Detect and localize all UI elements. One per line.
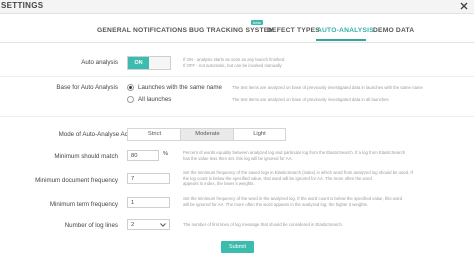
tab-notifications[interactable]: NOTIFICATIONS — [133, 27, 187, 34]
close-x-icon[interactable] — [458, 0, 470, 12]
tab-general[interactable]: GENERAL — [97, 27, 131, 34]
toggle-on-state: ON — [128, 57, 149, 69]
tab-auto-analysis[interactable]: AUTO-ANALYSIS — [317, 27, 374, 34]
chevron-down-icon[interactable] — [160, 223, 166, 227]
radio-all-launches-label[interactable]: All launches — [138, 96, 171, 103]
same-name-help: The test items are analyzed on base of p… — [232, 85, 423, 90]
section-divider — [0, 116, 474, 117]
auto-analysis-label: Auto analysis — [81, 59, 118, 66]
window-title-bar: SETTINGS — [0, 0, 474, 14]
min-doc-freq-label: Minimum document frequency — [35, 177, 118, 184]
submit-button[interactable]: Submit — [221, 241, 254, 253]
help-line: will be ignored for AA. The more often t… — [183, 201, 369, 207]
active-tab-underline — [316, 39, 366, 41]
help-line: appears in index, the lower it weights. — [183, 181, 255, 187]
min-should-match-label: Minimum should match — [54, 153, 118, 160]
settings-tabs: GENERAL NOTIFICATIONS BUG TRACKING SYSTE… — [0, 22, 474, 43]
tab-bug-tracking-system[interactable]: BUG TRACKING SYSTEM — [189, 27, 274, 34]
tab-demo-data[interactable]: DEMO DATA — [373, 27, 414, 34]
help-line: If OFF - not automatic, but can be invok… — [183, 62, 282, 68]
radio-same-name[interactable] — [127, 84, 134, 91]
accuracy-light[interactable]: Light — [233, 128, 286, 141]
min-doc-freq-help: Set the minimum frequency of the saved l… — [183, 170, 473, 187]
log-lines-help: The number of first lines of log message… — [183, 222, 344, 227]
min-term-freq-label: Minimum term frequency — [49, 201, 118, 208]
percent-suffix: % — [163, 151, 169, 157]
base-auto-analysis-label: Base for Auto Analysis — [56, 84, 118, 91]
min-should-match-input[interactable]: 80 — [127, 150, 159, 161]
auto-analysis-help: If ON - analysis starts as soon as any l… — [183, 57, 473, 68]
help-line: has the value less then set, this log wi… — [183, 155, 293, 161]
section-divider — [0, 76, 474, 77]
window-title: SETTINGS — [1, 1, 44, 10]
min-term-freq-input[interactable]: 1 — [127, 197, 170, 208]
log-lines-label: Number of log lines — [64, 222, 118, 229]
radio-all-launches[interactable] — [127, 96, 134, 103]
log-lines-value: 2 — [131, 222, 135, 228]
min-should-match-help: Percent of words equality between analyz… — [183, 150, 473, 161]
tab-defect-types[interactable]: DEFECT TYPES — [267, 27, 320, 34]
accuracy-moderate[interactable]: Moderate — [180, 128, 235, 141]
min-doc-freq-input[interactable]: 7 — [127, 173, 170, 184]
all-launches-help: The test items are analyzed on base of p… — [232, 97, 389, 102]
auto-analysis-toggle[interactable]: ON — [127, 56, 171, 70]
min-term-freq-help: Set the minimum frequency of the word in… — [183, 196, 473, 207]
beta-badge: beta — [251, 20, 263, 25]
accuracy-strict[interactable]: Strict — [127, 128, 182, 141]
radio-same-name-label[interactable]: Launches with the same name — [138, 84, 222, 91]
